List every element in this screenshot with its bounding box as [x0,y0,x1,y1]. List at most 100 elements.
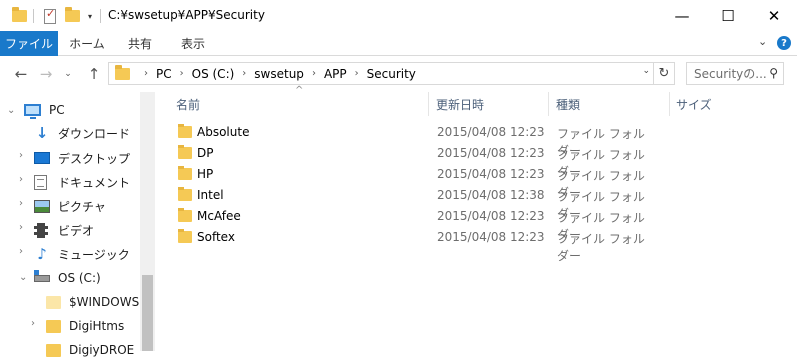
documents-icon [34,174,47,190]
properties-icon[interactable] [44,7,56,25]
file-modified: 2015/04/08 12:38 [437,188,545,202]
folder-icon[interactable] [12,7,27,25]
collapse-chevron-icon[interactable]: ⌄ [19,272,27,283]
folder-icon [115,64,130,80]
pictures-icon [34,199,50,213]
nav-item-pictures[interactable]: ピクチャ [34,195,106,217]
file-row[interactable]: Absolute 2015/04/08 12:23 ファイル フォルダー [175,122,645,158]
nav-item-videos[interactable]: ビデオ [34,219,94,241]
address-bar[interactable]: › PC › OS (C:) › swsetup › APP › Security ⌄ ↻ [108,62,675,85]
breadcrumb-swsetup[interactable]: › swsetup [242,67,304,81]
back-arrow-icon[interactable]: ← [11,64,31,84]
file-modified: 2015/04/08 12:23 [437,146,545,160]
refresh-icon[interactable]: ↻ [653,63,674,84]
nav-item-windows-bt[interactable]: $WINDOWS.~ [46,291,153,313]
expand-chevron-icon[interactable]: › [19,150,23,161]
customize-quick-access-icon[interactable]: ▾ [88,7,92,25]
breadcrumb-pc[interactable]: › PC [144,67,172,81]
search-placeholder: Securityの... [694,67,767,81]
drive-icon [34,269,50,282]
file-name: Intel [197,188,224,202]
column-header-size[interactable]: サイズ [676,92,712,116]
file-row[interactable]: Intel 2015/04/08 12:38 ファイル フォルダー [175,185,645,221]
breadcrumb-security[interactable]: › Security [355,67,416,81]
expand-chevron-icon[interactable]: › [19,246,23,257]
expand-chevron-icon[interactable]: › [19,174,23,185]
file-name: Absolute [197,125,250,139]
file-name: Softex [197,230,235,244]
breadcrumb-app[interactable]: › APP [312,67,347,81]
expand-chevron-icon[interactable]: › [19,198,23,209]
nav-item-desktop[interactable]: デスクトップ [34,147,130,169]
navigation-bar: ← → ⌄ ↑ › PC › OS (C:) › swsetup › APP › Secu… [0,56,797,92]
expand-ribbon-icon[interactable]: ⌄ [758,35,767,48]
file-modified: 2015/04/08 12:23 [437,167,545,181]
sort-ascending-icon: ^ [295,85,304,96]
forward-arrow-icon[interactable]: → [36,64,56,84]
file-row[interactable]: DP 2015/04/08 12:23 ファイル フォルダー [175,143,645,179]
separator [100,9,101,23]
folder-icon [46,319,61,333]
title-bar: ▾ C:¥swsetup¥APP¥Security — ☐ ✕ [0,0,797,31]
separator [33,9,34,23]
help-icon[interactable]: ? [777,36,791,50]
window-title: C:¥swsetup¥APP¥Security [108,8,265,22]
folder-icon [178,145,192,159]
pc-icon [24,104,41,119]
file-name: DP [197,146,214,160]
videos-icon [34,222,48,238]
desktop-icon [34,152,50,164]
nav-item-drive-c[interactable]: OS (C:) [34,267,101,289]
column-header-name[interactable]: 名前 [176,92,200,116]
address-dropdown-icon[interactable]: ⌄ [642,66,650,76]
minimize-button[interactable]: — [659,0,705,31]
up-arrow-icon[interactable]: ↑ [84,64,104,84]
tab-view[interactable]: 表示 [166,31,220,56]
nav-item-pc[interactable]: PC [24,99,65,121]
nav-item-digihtms[interactable]: DigiHtms [46,315,124,337]
recent-locations-icon[interactable]: ⌄ [58,64,78,84]
file-modified: 2015/04/08 12:23 [437,125,545,139]
breadcrumb-drive[interactable]: › OS (C:) [180,67,235,81]
file-modified: 2015/04/08 12:23 [437,230,545,244]
expand-chevron-icon[interactable]: › [19,222,23,233]
close-button[interactable]: ✕ [751,0,797,31]
file-row[interactable]: HP 2015/04/08 12:23 ファイル フォルダー [175,164,645,200]
expand-chevron-icon[interactable]: › [31,318,35,329]
column-divider[interactable] [548,92,549,116]
maximize-button[interactable]: ☐ [705,0,751,31]
folder-icon [46,343,61,357]
tab-file[interactable]: ファイル [0,31,58,56]
column-header-type[interactable]: 種類 [556,92,580,116]
tab-home[interactable]: ホーム [58,31,116,56]
search-input[interactable]: Securityの... ⚲ [686,62,784,85]
ribbon-tab-bar: ファイル ホーム 共有 表示 ⌄ ? [0,31,797,56]
folder-icon [178,166,192,180]
column-header-modified[interactable]: 更新日時 [436,92,484,116]
file-row[interactable]: McAfee 2015/04/08 12:23 ファイル フォルダー [175,206,645,242]
file-modified: 2015/04/08 12:23 [437,209,545,223]
file-name: HP [197,167,214,181]
folder-icon [178,187,192,201]
nav-item-documents[interactable]: ドキュメント [34,171,130,193]
file-row[interactable]: Softex 2015/04/08 12:23 ファイル フォルダー [175,227,645,263]
download-icon: ↓ [35,124,49,142]
nav-scrollbar-thumb[interactable] [142,275,153,351]
new-folder-icon[interactable] [65,7,80,25]
file-type: ファイル フォルダー [557,232,645,263]
column-divider[interactable] [669,92,670,116]
folder-icon [178,124,192,138]
nav-item-music[interactable]: ♪ ミュージック [34,243,130,265]
collapse-chevron-icon[interactable]: ⌄ [7,105,15,116]
column-divider[interactable] [428,92,429,116]
music-icon: ♪ [37,245,47,263]
folder-icon [46,295,61,309]
nav-item-downloads[interactable]: ↓ ダウンロード [34,122,130,144]
navigation-pane: ⌄ PC ↓ ダウンロード › デスクトップ › ドキュメント › ピクチャ › … [0,92,155,357]
nav-item-digiydroe[interactable]: DigiyDROE [46,339,134,361]
file-name: McAfee [197,209,241,223]
search-icon: ⚲ [769,66,778,80]
folder-icon [178,229,192,243]
file-list: ^ 名前 更新日時 種類 サイズ Absolute 2015/04/08 12:… [155,85,797,351]
tab-share[interactable]: 共有 [116,31,164,56]
